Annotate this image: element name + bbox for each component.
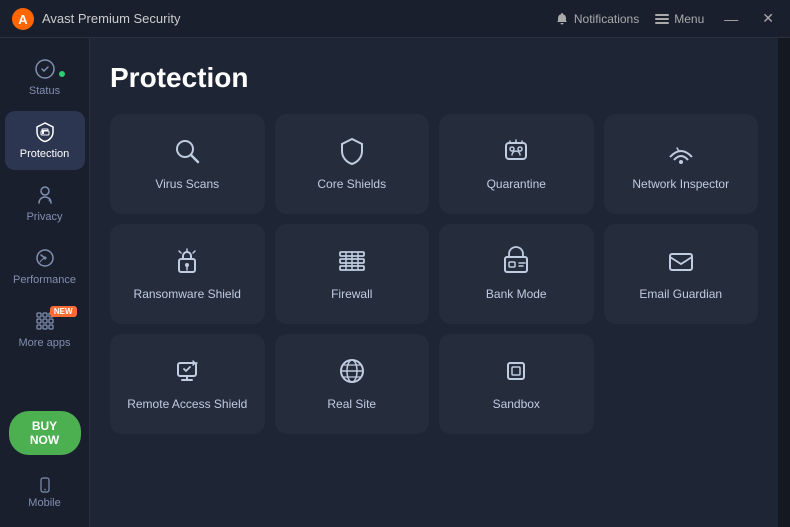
app-title: Avast Premium Security [42,11,555,26]
real-site-card[interactable]: Real Site [275,334,430,434]
sidebar-item-privacy[interactable]: Privacy [5,174,85,233]
firewall-card[interactable]: Firewall [275,224,430,324]
network-inspector-card[interactable]: Network Inspector [604,114,759,214]
sidebar-item-more-apps-label: More apps [19,337,71,349]
network-inspector-icon [665,135,697,167]
sidebar-item-protection-label: Protection [20,148,70,160]
window-controls: Notifications Menu — ✕ [555,8,778,29]
performance-icon [34,247,56,269]
status-icon [34,58,56,80]
menu-button[interactable]: Menu [655,12,704,26]
sidebar-item-performance[interactable]: Performance [5,237,85,296]
sidebar-item-protection[interactable]: Protection [5,111,85,170]
remote-access-shield-card[interactable]: Remote Access Shield [110,334,265,434]
ransomware-shield-card[interactable]: Ransomware Shield [110,224,265,324]
core-shields-card[interactable]: Core Shields [275,114,430,214]
sandbox-label: Sandbox [493,397,540,413]
virus-scans-label: Virus Scans [155,177,219,193]
bell-icon [555,12,569,26]
virus-scans-icon [171,135,203,167]
sandbox-card[interactable]: Sandbox [439,334,594,434]
minimize-button[interactable]: — [720,9,742,29]
protection-icon [34,121,56,143]
sidebar: Status Protection [0,38,90,527]
ransomware-shield-icon [171,245,203,277]
core-shields-icon [336,135,368,167]
firewall-icon [336,245,368,277]
quarantine-label: Quarantine [487,177,546,193]
hamburger-icon [655,14,669,24]
firewall-label: Firewall [331,287,372,303]
ransomware-shield-label: Ransomware Shield [134,287,241,303]
core-shields-label: Core Shields [317,177,386,193]
email-guardian-card[interactable]: Email Guardian [604,224,759,324]
main-layout: Status Protection [0,38,790,527]
remote-access-shield-label: Remote Access Shield [127,397,247,413]
bank-mode-label: Bank Mode [486,287,547,303]
protection-grid: Virus Scans Core Shields [110,114,758,434]
status-dot [57,69,67,79]
svg-text:A: A [18,12,28,27]
sidebar-item-status[interactable]: Status [5,48,85,107]
bank-mode-icon [500,245,532,277]
buy-now-button[interactable]: BUY NOW [9,411,81,455]
sidebar-item-more-apps[interactable]: NEW More apps [5,300,85,359]
sidebar-item-mobile-label: Mobile [28,497,60,509]
real-site-icon [336,355,368,387]
email-guardian-label: Email Guardian [639,287,722,303]
close-button[interactable]: ✕ [758,8,778,29]
privacy-icon [34,184,56,206]
scrollbar[interactable] [778,38,790,527]
sidebar-item-status-label: Status [29,85,60,97]
page-title: Protection [110,62,758,94]
content-area: Protection Virus Scans [90,38,778,527]
quarantine-card[interactable]: Quarantine [439,114,594,214]
sidebar-item-performance-label: Performance [13,274,76,286]
network-inspector-label: Network Inspector [632,177,729,193]
sandbox-icon [500,355,532,387]
title-bar: A Avast Premium Security Notifications M… [0,0,790,38]
mobile-icon [37,477,53,493]
real-site-label: Real Site [327,397,376,413]
bank-mode-card[interactable]: Bank Mode [439,224,594,324]
sidebar-item-mobile[interactable]: Mobile [5,469,85,517]
quarantine-icon [500,135,532,167]
sidebar-item-privacy-label: Privacy [26,211,62,223]
app-logo: A [12,8,34,30]
virus-scans-card[interactable]: Virus Scans [110,114,265,214]
remote-access-shield-icon [171,355,203,387]
email-guardian-icon [665,245,697,277]
notifications-button[interactable]: Notifications [555,12,639,26]
new-badge: NEW [50,306,77,317]
